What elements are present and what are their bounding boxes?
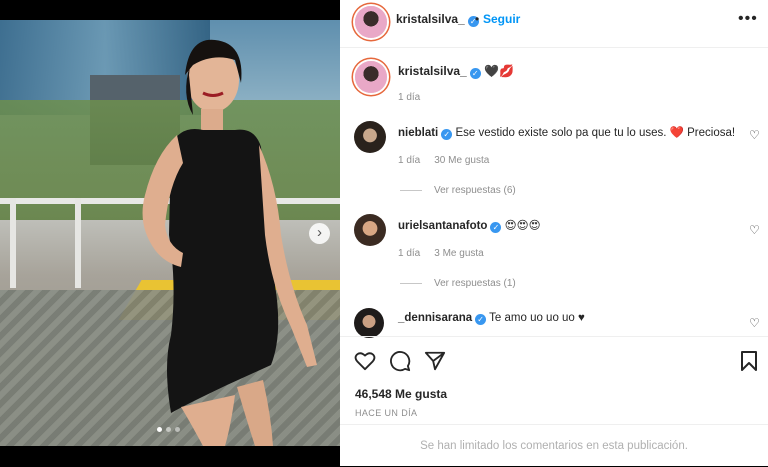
comment-username[interactable]: _dennisarana bbox=[398, 312, 472, 324]
carousel-indicator bbox=[157, 427, 180, 432]
verified-icon: ✓ bbox=[441, 129, 453, 140]
comment-text: 😍😍😍 bbox=[504, 220, 541, 232]
replies-line bbox=[400, 189, 422, 191]
caption-username-text[interactable]: kristalsilva_ bbox=[398, 64, 467, 78]
comment: urielsantanafoto ✓ 😍😍😍 bbox=[398, 218, 541, 233]
caption-time[interactable]: 1 día bbox=[398, 92, 420, 103]
comment-meta: 1 día 3 Me gusta bbox=[398, 248, 484, 259]
comment-username[interactable]: urielsantanafoto bbox=[398, 220, 487, 232]
post-photo[interactable]: › bbox=[0, 20, 340, 446]
like-comment-icon[interactable]: ♡ bbox=[749, 128, 760, 142]
caption-avatar[interactable] bbox=[355, 61, 387, 93]
follow-button[interactable]: Seguir bbox=[483, 12, 520, 26]
comment-meta: 1 día 30 Me gusta bbox=[398, 155, 489, 166]
comment-icon[interactable] bbox=[389, 350, 411, 372]
comments-limited-notice: Se han limitado los comentarios en esta … bbox=[340, 424, 768, 466]
caption-text: 🖤💋 bbox=[484, 64, 514, 78]
like-comment-icon[interactable]: ♡ bbox=[749, 223, 760, 237]
caption-username[interactable]: kristalsilva_ ✓ 🖤💋 bbox=[398, 64, 514, 79]
commenter-avatar[interactable] bbox=[354, 121, 386, 153]
verified-icon: ✓ bbox=[469, 68, 481, 79]
verified-icon: ✓ bbox=[475, 314, 487, 325]
carousel-dot bbox=[175, 427, 180, 432]
railing-post bbox=[75, 198, 81, 288]
comment-time[interactable]: 1 día bbox=[398, 155, 420, 166]
post-header: kristalsilva_ ✓ • Seguir ••• bbox=[340, 0, 768, 48]
post-details-panel: kristalsilva_ ✓ • Seguir ••• kristalsilva… bbox=[340, 0, 768, 466]
model-figure bbox=[142, 39, 317, 446]
comment-text: Te amo uo uo uo ♥ bbox=[489, 312, 585, 324]
comment-likes[interactable]: 3 Me gusta bbox=[434, 248, 483, 259]
railing-post bbox=[10, 198, 16, 288]
commenter-avatar[interactable] bbox=[354, 308, 384, 338]
like-icon[interactable] bbox=[354, 351, 376, 371]
view-replies-label[interactable]: Ver respuestas (1) bbox=[434, 278, 516, 289]
share-icon[interactable] bbox=[424, 350, 446, 372]
comment: nieblati ✓ Ese vestido existe solo pa que… bbox=[398, 125, 735, 140]
view-replies-button[interactable]: Ver respuestas (1) bbox=[400, 278, 516, 289]
post-actions-bar bbox=[340, 336, 768, 384]
comment: _dennisarana ✓ Te amo uo uo uo ♥ bbox=[398, 312, 585, 325]
author-username-text[interactable]: kristalsilva_ bbox=[396, 12, 465, 26]
replies-line bbox=[400, 282, 422, 284]
author-username[interactable]: kristalsilva_ ✓ bbox=[396, 12, 479, 27]
more-options-icon[interactable]: ••• bbox=[738, 10, 758, 28]
view-replies-button[interactable]: Ver respuestas (6) bbox=[400, 185, 516, 196]
view-replies-label[interactable]: Ver respuestas (6) bbox=[434, 185, 516, 196]
comment-text: Ese vestido existe solo pa que tu lo use… bbox=[455, 127, 736, 139]
comment-likes[interactable]: 30 Me gusta bbox=[434, 155, 489, 166]
post-date[interactable]: HACE UN DÍA bbox=[355, 408, 417, 418]
carousel-dot-active bbox=[157, 427, 162, 432]
carousel-dot bbox=[166, 427, 171, 432]
comment-username[interactable]: nieblati bbox=[398, 127, 438, 139]
save-bookmark-icon[interactable] bbox=[740, 350, 758, 372]
verified-icon: ✓ bbox=[490, 222, 502, 233]
post-likes-count[interactable]: 46,548 Me gusta bbox=[355, 387, 447, 401]
author-avatar[interactable] bbox=[355, 6, 387, 38]
comment-time[interactable]: 1 día bbox=[398, 248, 420, 259]
carousel-next-button[interactable]: › bbox=[309, 223, 330, 244]
commenter-avatar[interactable] bbox=[354, 214, 386, 246]
header-separator: • bbox=[475, 12, 480, 26]
like-comment-icon[interactable]: ♡ bbox=[749, 316, 760, 330]
instagram-post-modal: › kristalsilva_ ✓ • Seguir ••• kristalsil… bbox=[0, 0, 768, 466]
